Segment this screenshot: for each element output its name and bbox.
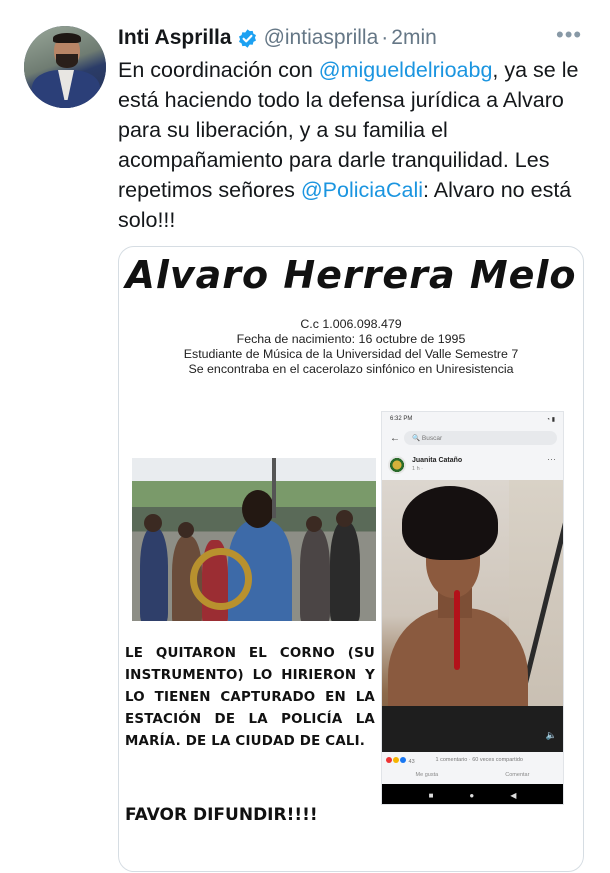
battery-icon: ◔ ▮ <box>546 417 555 423</box>
tweet: Inti Asprilla @intiasprilla · 2min ••• E… <box>0 0 610 873</box>
verified-badge-icon <box>238 28 256 48</box>
post-author: Juanita Cataño <box>412 457 463 464</box>
post-actions: Me gusta Comentar <box>382 772 563 778</box>
back-icon: ◀ <box>510 790 517 800</box>
search-row: ← 🔍 Buscar <box>386 430 561 446</box>
tweet-text: En coordinación con @migueldelrioabg, ya… <box>118 55 598 235</box>
poster-info-line: Fecha de nacimiento: 16 octubre de 1995 <box>236 332 466 346</box>
home-icon: ● <box>469 790 475 800</box>
poster-info: C.c 1.006.098.479 Fecha de nacimiento: 1… <box>119 317 583 377</box>
android-nav-bar: ■ ● ◀ <box>382 784 563 804</box>
more-options-icon: ··· <box>547 454 556 464</box>
poster-cta: FAVOR DIFUNDIR!!!! <box>125 805 318 825</box>
tweet-text-part: En coordinación con <box>118 58 319 82</box>
post-stats: 1 comentario · 60 veces compartido <box>435 757 523 763</box>
tweet-header: Inti Asprilla @intiasprilla · 2min <box>118 24 588 52</box>
search-input: 🔍 Buscar <box>404 431 557 445</box>
post-avatar <box>388 456 406 474</box>
handle[interactable]: @intiasprilla <box>264 26 379 50</box>
search-placeholder: Buscar <box>421 435 443 442</box>
comment-action: Comentar <box>505 772 530 778</box>
reaction-count: 43 <box>408 759 415 765</box>
like-action: Me gusta <box>415 772 439 778</box>
back-arrow-icon: ← <box>390 432 400 444</box>
separator-dot: · <box>381 26 389 49</box>
status-bar: 6:32 PM ◔ ▮ <box>382 412 563 428</box>
recents-icon: ■ <box>428 790 434 800</box>
more-options-icon[interactable]: ••• <box>556 22 582 48</box>
avatar[interactable] <box>24 26 106 108</box>
poster-info-line: Se encontraba en el cacerolazo sinfónico… <box>188 362 514 376</box>
poster-title: Alvaro Herrera Melo <box>125 253 577 297</box>
status-time: 6:32 PM <box>390 416 413 422</box>
injured-person-photo: 🔈 <box>382 480 563 752</box>
timestamp[interactable]: 2min <box>391 26 437 50</box>
reactions-row: 43 1 comentario · 60 veces compartido <box>386 757 523 765</box>
facebook-screenshot: 6:32 PM ◔ ▮ ← 🔍 Buscar Juanita Cataño 1 … <box>381 411 564 805</box>
display-name[interactable]: Inti Asprilla <box>118 26 232 50</box>
mention-link[interactable]: @PoliciaCali <box>301 178 423 202</box>
post-meta: 1 h · <box>412 466 424 472</box>
reaction-icons: 43 <box>386 757 416 765</box>
post-header: Juanita Cataño 1 h · ··· <box>388 454 558 476</box>
poster-info-line: C.c 1.006.098.479 <box>300 317 402 331</box>
poster-info-line: Estudiante de Música de la Universidad d… <box>183 347 519 361</box>
attached-image[interactable]: Alvaro Herrera Melo C.c 1.006.098.479 Fe… <box>118 246 584 872</box>
mute-icon: 🔈 <box>545 730 557 740</box>
protest-photo <box>132 458 376 621</box>
mention-link[interactable]: @migueldelrioabg <box>319 58 493 82</box>
poster-caption: LE QUITARON EL CORNO (SU INSTRUMENTO) LO… <box>125 646 375 749</box>
